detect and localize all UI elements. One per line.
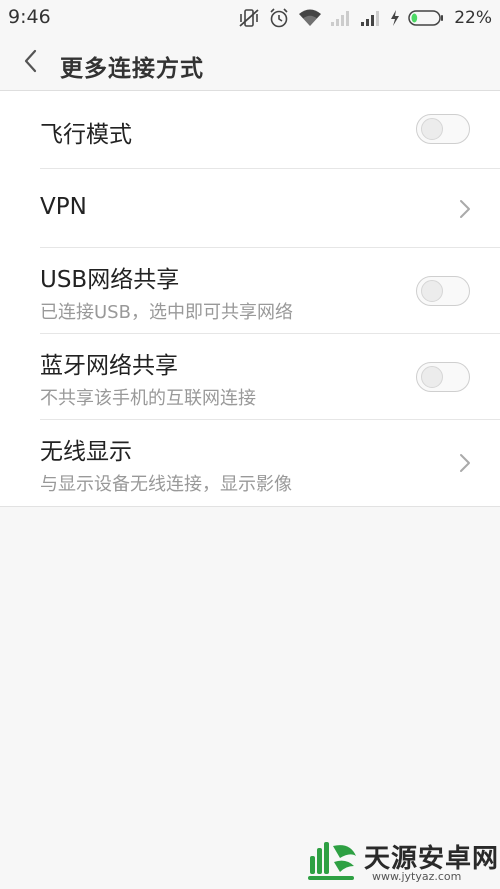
page-title: 更多连接方式 [60, 56, 204, 82]
setting-title: 无线显示 [40, 439, 132, 465]
wifi-icon [298, 8, 322, 28]
toggle-knob [421, 366, 443, 388]
charging-icon [390, 9, 400, 27]
battery-percent: 22% [454, 8, 492, 28]
alarm-icon [268, 7, 290, 29]
battery-icon [408, 9, 444, 27]
bluetooth-tethering-toggle[interactable] [416, 362, 470, 392]
setting-wireless-display[interactable]: 无线显示 与显示设备无线连接，显示影像 [0, 420, 500, 506]
setting-subtitle: 与显示设备无线连接，显示影像 [40, 474, 292, 495]
setting-title: 飞行模式 [40, 122, 132, 148]
setting-usb-tethering[interactable]: USB网络共享 已连接USB，选中即可共享网络 [0, 248, 500, 334]
settings-list: 飞行模式 VPN USB网络共享 已连接USB，选中即可共享网络 蓝牙网络共享 … [0, 91, 500, 507]
signal-sim1-icon [330, 9, 352, 27]
toggle-knob [421, 118, 443, 140]
signal-sim2-icon [360, 9, 382, 27]
status-icons: 22% [238, 7, 492, 29]
setting-title: 蓝牙网络共享 [40, 353, 178, 379]
setting-subtitle: 不共享该手机的互联网连接 [40, 388, 256, 409]
setting-vpn[interactable]: VPN [0, 169, 500, 248]
setting-title: USB网络共享 [40, 267, 180, 293]
chevron-right-icon [458, 452, 472, 474]
watermark-logo-icon [306, 836, 360, 888]
usb-tethering-toggle[interactable] [416, 276, 470, 306]
back-button[interactable] [12, 44, 50, 82]
chevron-left-icon [23, 49, 39, 77]
chevron-right-icon [458, 198, 472, 220]
airplane-mode-toggle[interactable] [416, 114, 470, 144]
setting-bluetooth-tethering[interactable]: 蓝牙网络共享 不共享该手机的互联网连接 [0, 334, 500, 420]
app-header: 更多连接方式 [0, 36, 500, 91]
setting-airplane-mode[interactable]: 飞行模式 [0, 91, 500, 169]
watermark-url: www.jytyaz.com [372, 870, 462, 883]
toggle-knob [421, 280, 443, 302]
watermark: 天源安卓网 www.jytyaz.com [306, 836, 498, 888]
setting-subtitle: 已连接USB，选中即可共享网络 [40, 302, 293, 323]
status-time: 9:46 [8, 6, 51, 28]
status-bar: 9:46 22% [0, 0, 500, 36]
setting-title: VPN [40, 194, 87, 220]
vibrate-mute-icon [238, 7, 260, 29]
